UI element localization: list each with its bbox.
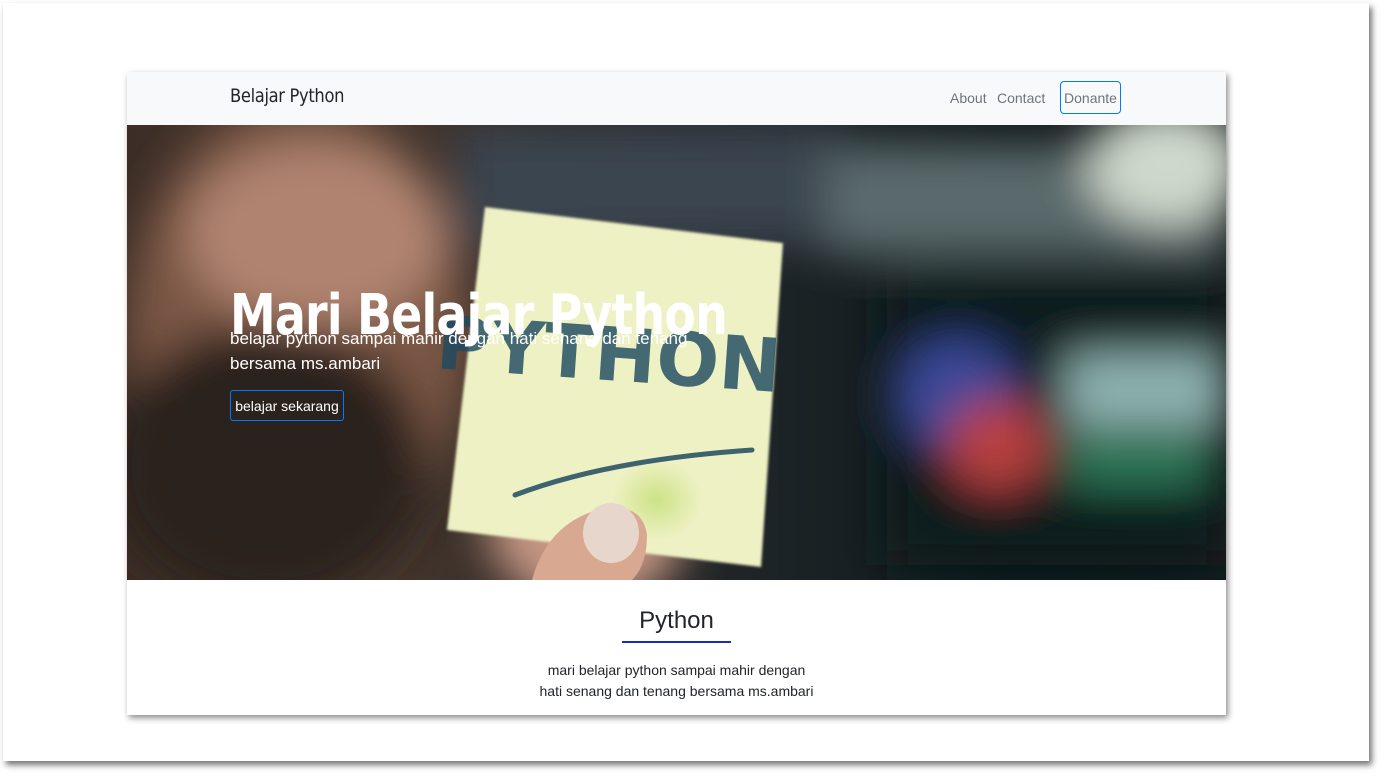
donate-button[interactable]: Donante <box>1060 81 1121 114</box>
navbar: Belajar Python About Contact Donante <box>127 72 1226 125</box>
page-card: Belajar Python About Contact Donante PYT… <box>127 72 1226 715</box>
section-text: mari belajar python sampai mahir dengan … <box>127 660 1226 702</box>
learn-now-button[interactable]: belajar sekarang <box>230 390 344 421</box>
hero-lead: belajar python sampai mahir dengan hati … <box>230 326 690 376</box>
section-text-line1: mari belajar python sampai mahir dengan <box>547 662 806 678</box>
hero-lead-line1: belajar python sampai mahir dengan hati … <box>230 329 688 348</box>
nav-link-contact[interactable]: Contact <box>997 90 1045 106</box>
nav-link-about[interactable]: About <box>950 90 987 106</box>
hero-lead-line2: bersama ms.ambari <box>230 354 381 373</box>
section-title-underline <box>622 641 731 643</box>
section-text-line2: hati senang dan tenang bersama ms.ambari <box>539 683 814 699</box>
browser-frame: Belajar Python About Contact Donante PYT… <box>3 3 1369 761</box>
section-title: Python <box>639 607 714 634</box>
hero-section: PYTHON Mari Belajar Python belajar pytho… <box>127 125 1226 580</box>
navbar-brand[interactable]: Belajar Python <box>230 85 344 107</box>
